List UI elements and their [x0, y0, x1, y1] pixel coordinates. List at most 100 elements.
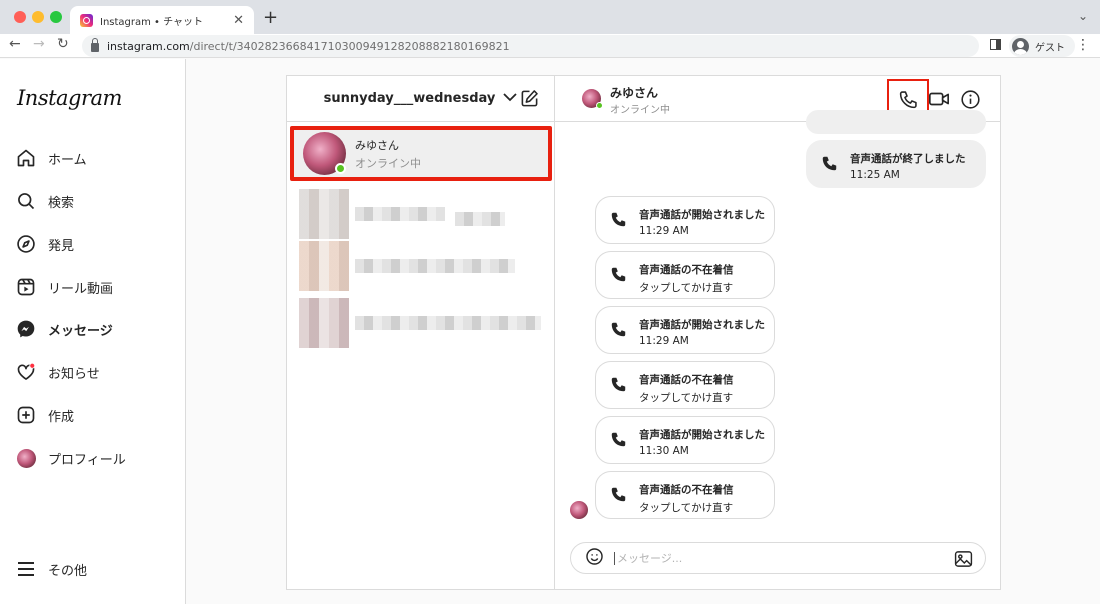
message-bubble[interactable]: 音声通話の不在着信 タップしてかけ直す [595, 361, 775, 409]
image-icon[interactable] [954, 550, 973, 572]
message-bubble[interactable]: 音声通話の不在着信 タップしてかけ直す [595, 471, 775, 519]
nav-item-search[interactable]: 検索 [16, 191, 74, 211]
nav-label-profile: プロフィール [48, 452, 126, 468]
message-bubble[interactable]: 音声通話が開始されました 11:30 AM [595, 416, 775, 464]
inbox-panel: sunnyday___wednesday みゆさん オンライン中 [286, 75, 554, 590]
left-navigation: Instagram ホーム 検索 発見 リール動画 メッセージ お知らせ 作成 … [0, 59, 186, 604]
reels-icon [16, 277, 36, 297]
online-indicator [335, 163, 346, 174]
address-bar[interactable]: instagram.com/direct/t/34028236684171030… [82, 35, 979, 57]
message-input[interactable] [614, 551, 934, 565]
message-subtitle: タップしてかけ直す [639, 282, 734, 294]
phone-icon [610, 376, 627, 397]
nav-label-home: ホーム [48, 152, 87, 168]
maximize-window-button[interactable] [50, 11, 62, 23]
blurred-avatar [299, 298, 349, 348]
blurred-text [455, 212, 505, 226]
reload-icon[interactable]: ↻ [57, 36, 69, 52]
video-camera-icon [929, 92, 949, 106]
blurred-avatar [299, 241, 349, 291]
new-tab-button[interactable]: + [263, 7, 278, 28]
nav-label-reels: リール動画 [48, 281, 114, 297]
new-message-icon[interactable] [520, 89, 539, 112]
blurred-avatar [299, 189, 349, 239]
message-title: 音声通話が開始されました [639, 209, 765, 221]
nav-item-notifications[interactable]: お知らせ [16, 362, 100, 382]
message-subtitle: 11:29 AM [639, 335, 689, 347]
url-host: instagram.com [107, 39, 190, 53]
instagram-favicon-icon [80, 13, 93, 27]
message-title: 音声通話が開始されました [639, 429, 765, 441]
instagram-logo[interactable]: Instagram [17, 86, 122, 110]
nav-item-messages[interactable]: メッセージ [16, 319, 113, 339]
nav-label-more: その他 [48, 563, 88, 579]
phone-icon [610, 266, 627, 287]
nav-item-reels[interactable]: リール動画 [16, 277, 113, 297]
thread-item-blurred[interactable] [299, 189, 505, 239]
online-indicator [596, 102, 603, 109]
message-bubble[interactable]: 音声通話が開始されました 11:29 AM [595, 306, 775, 354]
phone-icon [610, 321, 627, 342]
thread-item-selected[interactable]: みゆさん オンライン中 [290, 126, 552, 181]
close-window-button[interactable] [14, 11, 26, 23]
plus-square-icon [16, 405, 36, 425]
chat-avatar[interactable] [582, 89, 603, 109]
minimize-window-button[interactable] [32, 11, 44, 23]
nav-item-explore[interactable]: 発見 [16, 234, 74, 254]
nav-item-more[interactable]: その他 [16, 559, 87, 579]
guest-profile-button[interactable]: ゲスト [1009, 35, 1075, 57]
url-path: /direct/t/340282366841710300949128208882… [189, 39, 510, 53]
message-bubble-partial[interactable] [806, 110, 986, 134]
message-title: 音声通話が終了しました [850, 153, 966, 165]
hamburger-menu-icon [16, 559, 36, 579]
message-title: 音声通話が開始されました [639, 319, 765, 331]
message-bubble[interactable]: 音声通話の不在着信 タップしてかけ直す [595, 251, 775, 299]
emoji-icon[interactable] [585, 547, 604, 570]
message-bubble[interactable]: 音声通話が終了しました 11:25 AM [806, 140, 986, 188]
tab-search-chevron-icon[interactable]: ⌄ [1078, 9, 1088, 23]
message-title: 音声通話の不在着信 [639, 374, 734, 386]
account-switcher[interactable]: sunnyday___wednesday [324, 91, 518, 106]
nav-item-profile[interactable]: プロフィール [16, 448, 126, 468]
chat-contact-name[interactable]: みゆさん [610, 84, 658, 101]
voice-call-button[interactable] [896, 87, 920, 111]
phone-icon [610, 211, 627, 232]
guest-avatar-icon [1012, 37, 1029, 55]
message-subtitle: 11:25 AM [850, 169, 900, 181]
tab-title: Instagram • チャット [100, 16, 204, 28]
phone-icon [899, 90, 917, 108]
heart-icon [16, 362, 36, 382]
back-arrow-icon[interactable]: ← [9, 36, 21, 52]
compass-icon [16, 234, 36, 254]
thread-item-blurred[interactable] [299, 298, 541, 348]
nav-label-messages: メッセージ [48, 323, 113, 339]
message-subtitle: タップしてかけ直す [639, 502, 734, 514]
nav-item-home[interactable]: ホーム [16, 148, 87, 168]
phone-icon [821, 155, 838, 176]
nav-label-search: 検索 [48, 195, 75, 211]
message-composer [570, 542, 986, 574]
browser-tab[interactable]: Instagram • チャット ✕ [70, 6, 254, 34]
tab-close-icon[interactable]: ✕ [233, 13, 244, 28]
info-icon [960, 89, 980, 109]
thread-avatar [303, 132, 346, 175]
thread-item-blurred[interactable] [299, 241, 515, 291]
video-call-button[interactable] [927, 87, 951, 111]
nav-item-create[interactable]: 作成 [16, 405, 74, 425]
conversation-info-button[interactable] [958, 87, 982, 111]
chat-panel: みゆさん オンライン中 音声通話が終了しました 11:25 AM 音声通話が開始… [554, 75, 1001, 590]
messenger-icon [16, 319, 36, 339]
message-subtitle: タップしてかけ直す [639, 392, 734, 404]
sender-avatar[interactable] [570, 501, 588, 519]
forward-arrow-icon[interactable]: → [33, 36, 45, 52]
side-panel-icon[interactable] [990, 39, 1001, 50]
browser-menu-icon[interactable]: ⋮ [1076, 37, 1090, 53]
browser-tab-bar: Instagram • チャット ✕ + ⌄ [0, 0, 1100, 34]
lock-icon[interactable] [91, 37, 99, 52]
inbox-header: sunnyday___wednesday [287, 76, 554, 122]
thread-status: オンライン中 [355, 156, 421, 170]
message-subtitle: 11:30 AM [639, 445, 689, 457]
nav-label-explore: 発見 [48, 238, 75, 254]
message-bubble[interactable]: 音声通話が開始されました 11:29 AM [595, 196, 775, 244]
profile-avatar [16, 448, 36, 468]
